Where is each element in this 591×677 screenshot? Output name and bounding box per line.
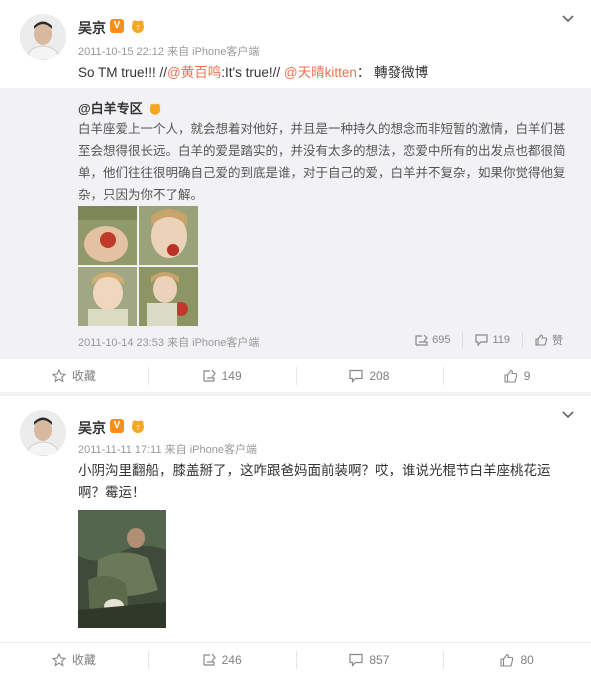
repost-button[interactable]: 149: [147, 359, 296, 392]
comment-icon: [475, 334, 489, 346]
verified-icon: V: [110, 19, 124, 33]
post-text-part: :It's true!//: [221, 65, 284, 80]
like-button[interactable]: 9: [443, 359, 591, 392]
post-text: 小阴沟里翻船，膝盖掰了，这咋跟爸妈面前装啊？哎，谁说光棍节白羊座桃花运啊？霉运！: [78, 463, 551, 500]
repost-comment-count[interactable]: 119: [462, 332, 522, 348]
like-icon: [500, 653, 514, 667]
like-count: 9: [523, 368, 531, 383]
avatar[interactable]: [20, 14, 66, 60]
like-button[interactable]: 80: [443, 643, 591, 676]
vip-icon: [150, 103, 161, 115]
star-icon: [51, 652, 66, 667]
post-photo[interactable]: [78, 510, 166, 628]
action-bar: 收藏 246 857 80: [0, 642, 591, 676]
vip-icon: 7: [132, 420, 144, 433]
repost-text: 白羊座爱上一个人，就会想着对他好，并且是一种持久的想念而非短暂的激情，白羊们甚至…: [78, 122, 566, 202]
image-grid: [78, 206, 198, 326]
count-label: 695: [432, 334, 451, 346]
like-count: 80: [520, 652, 534, 667]
comment-button[interactable]: 208: [295, 359, 444, 392]
repost-like[interactable]: 赞: [522, 332, 575, 348]
weibo-post: 吴京 V 7 2011-11-11 17:11 来自 iPhone客户端 小阴沟…: [0, 396, 591, 677]
author-name[interactable]: 吴京: [78, 18, 106, 38]
repost-count: 149: [221, 368, 242, 383]
repost-count: 246: [221, 652, 242, 667]
repost-button[interactable]: 246: [147, 643, 296, 676]
like-label: 赞: [552, 335, 563, 347]
comment-count: 857: [369, 652, 390, 667]
action-bar: 收藏 149 208 9: [0, 358, 591, 392]
svg-text:7: 7: [136, 425, 140, 432]
comment-button[interactable]: 857: [295, 643, 444, 676]
photo-thumbnail[interactable]: [78, 267, 137, 326]
repost-icon: [203, 369, 216, 382]
star-icon: [51, 368, 66, 383]
chevron-down-icon[interactable]: [561, 12, 575, 26]
photo-thumbnail[interactable]: [139, 267, 198, 326]
favorite-button[interactable]: 收藏: [0, 359, 148, 392]
favorite-label: 收藏: [71, 653, 96, 667]
favorite-button[interactable]: 收藏: [0, 643, 148, 676]
repost-icon: [203, 653, 216, 666]
mention-link[interactable]: @黄百鸣: [167, 65, 221, 80]
svg-text:7: 7: [136, 25, 140, 32]
avatar[interactable]: [20, 410, 66, 456]
comment-icon: [349, 653, 363, 667]
post-meta[interactable]: 2011-10-15 22:12 来自 iPhone客户端: [78, 43, 259, 59]
like-icon: [535, 334, 548, 346]
post-text-part: So TM true!!! //: [78, 65, 168, 80]
like-icon: [504, 369, 517, 383]
weibo-post: 吴京 V 7 2011-10-15 22:12 来自 iPhone客户端 So …: [0, 0, 591, 392]
repost-stats: 695 119 赞: [403, 332, 575, 348]
vip-icon: 7: [132, 20, 144, 33]
post-text: So TM true!!! //@黄百鸣:It's true!// @天晴kit…: [78, 62, 428, 84]
repost-author-name[interactable]: @白羊专区: [78, 101, 143, 116]
reposted-content: @白羊专区 白羊座爱上一个人，就会想着对他好，并且是一种持久的想念而非短暂的激情…: [0, 88, 591, 358]
mention-link[interactable]: @天晴kitten: [284, 65, 357, 80]
post-meta[interactable]: 2011-11-11 17:11 来自 iPhone客户端: [78, 441, 257, 457]
comment-count: 208: [369, 368, 390, 383]
count-label: 119: [492, 334, 510, 346]
verified-icon: V: [110, 419, 124, 433]
author-name[interactable]: 吴京: [78, 418, 106, 438]
repost-author[interactable]: @白羊专区: [78, 98, 162, 117]
comment-icon: [349, 369, 363, 383]
chevron-down-icon[interactable]: [561, 408, 575, 422]
post-text-part: ： 轉發微博: [356, 65, 429, 80]
photo-thumbnail[interactable]: [139, 206, 198, 265]
repost-icon: [415, 334, 428, 346]
photo-thumbnail[interactable]: [78, 206, 137, 265]
favorite-label: 收藏: [71, 369, 96, 383]
repost-meta[interactable]: 2011-10-14 23:53 来自 iPhone客户端: [78, 334, 259, 350]
repost-repost-count[interactable]: 695: [403, 332, 462, 348]
